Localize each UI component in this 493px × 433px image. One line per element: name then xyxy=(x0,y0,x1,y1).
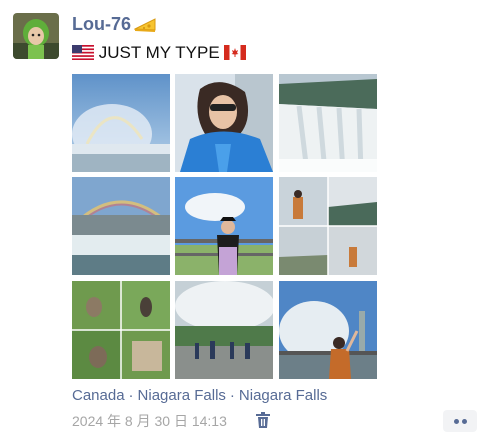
caption-text: JUST MY TYPE xyxy=(98,43,220,62)
avatar[interactable] xyxy=(13,13,59,59)
photo-5-woman-at-railing[interactable] xyxy=(175,177,273,275)
photo-6-collage[interactable] xyxy=(279,177,377,275)
dot-2 xyxy=(462,419,467,424)
photo-2-selfie-blue-poncho[interactable] xyxy=(175,74,273,172)
us-flag-icon xyxy=(72,44,94,66)
location-place: Niagara Falls xyxy=(238,387,328,404)
canada-flag-icon xyxy=(224,44,247,66)
photo-9-woman-waving-at-falls[interactable] xyxy=(279,281,377,379)
more-dots-icon[interactable] xyxy=(443,410,477,432)
location-city: Niagara Falls xyxy=(137,387,226,404)
username-text: Lou-76 xyxy=(72,14,132,34)
photo-4-rainbow-over-falls[interactable] xyxy=(72,177,170,275)
dot-1 xyxy=(454,419,459,424)
trash-icon[interactable] xyxy=(256,412,270,428)
photo-7-squirrels-collage[interactable] xyxy=(72,281,170,379)
username-link[interactable]: Lou-76 xyxy=(72,13,156,38)
photo-8-crowd-at-falls[interactable] xyxy=(175,281,273,379)
cheese-wedge-icon xyxy=(133,15,156,38)
photo-1-niagara-mist-rainbow[interactable] xyxy=(72,74,170,172)
location-country: Canada xyxy=(72,387,125,404)
post-timestamp: 2024 年 8 月 30 日 14:13 xyxy=(72,413,227,429)
photo-3-horseshoe-falls[interactable] xyxy=(279,74,377,172)
location-link[interactable]: Canada · Niagara Falls · Niagara Falls xyxy=(72,387,327,405)
post-caption: JUST MY TYPE xyxy=(72,42,247,66)
